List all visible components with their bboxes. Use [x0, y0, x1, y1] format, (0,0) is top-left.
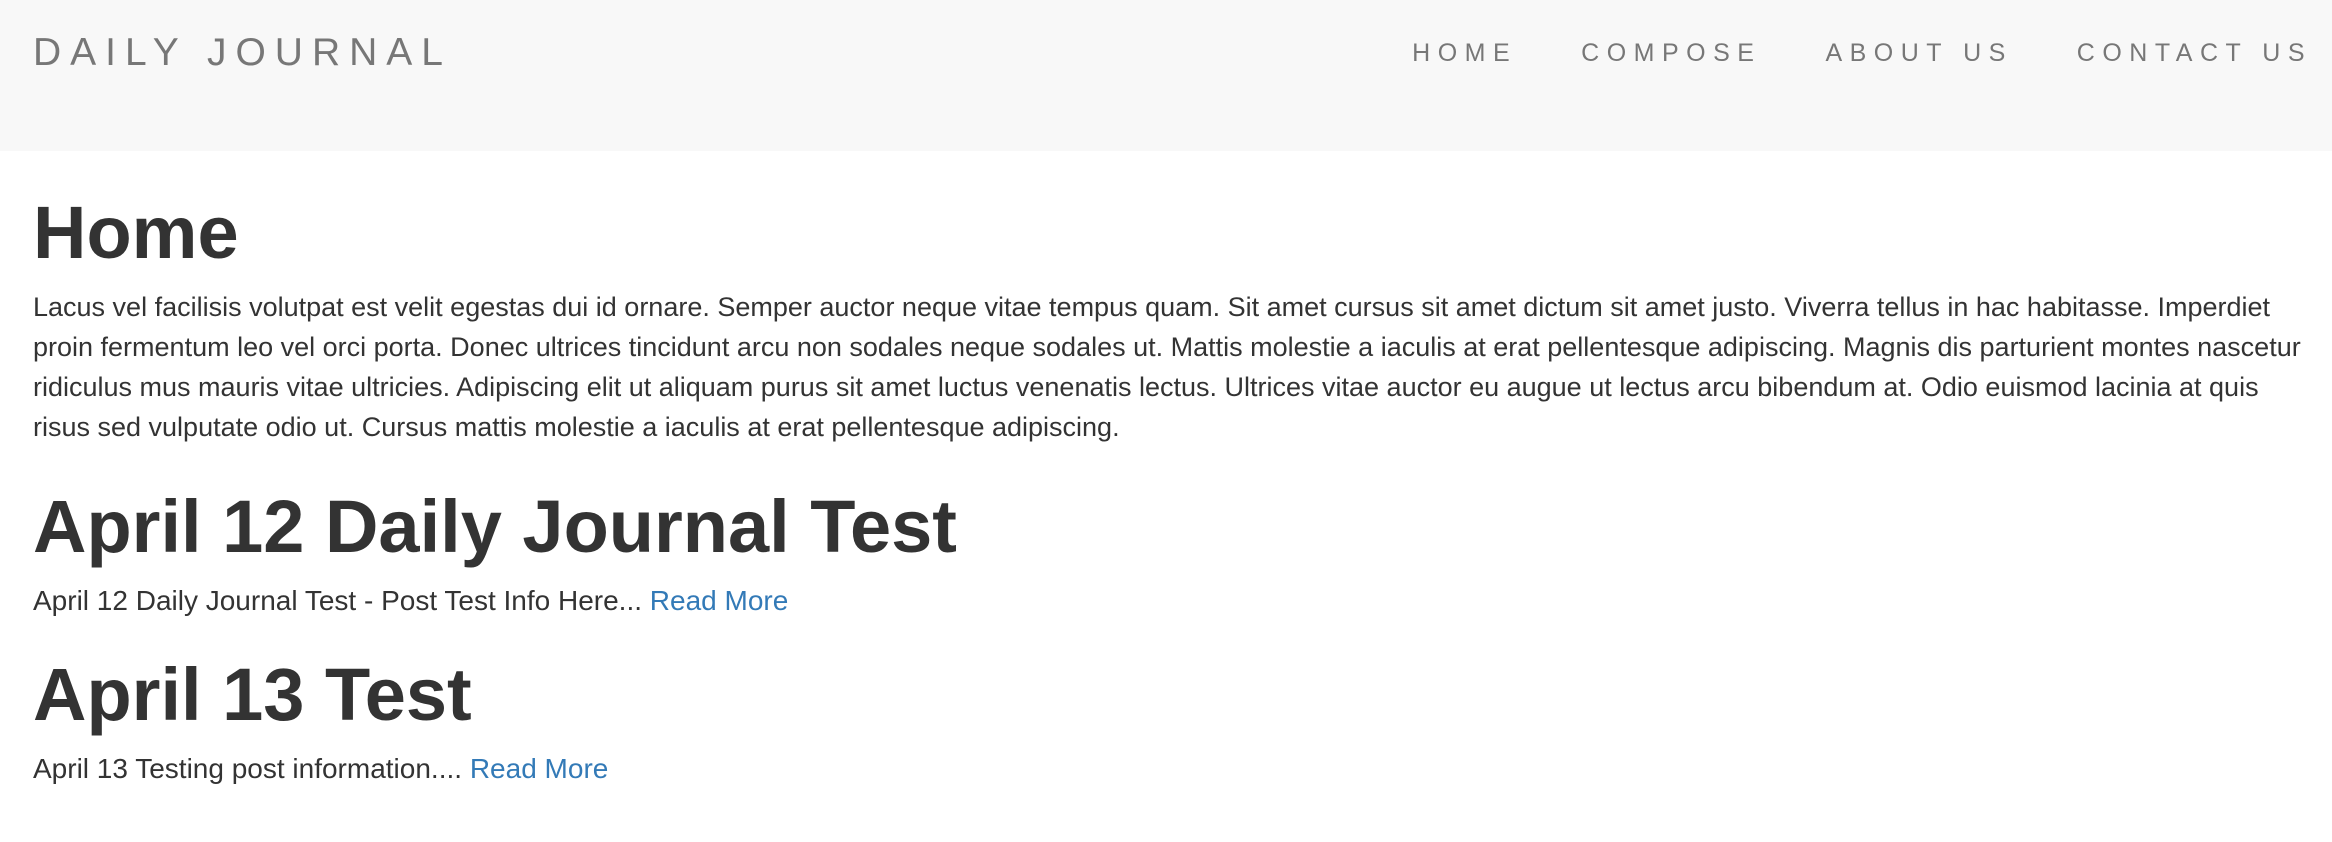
nav-link-about[interactable]: ABOUT US [1825, 39, 2012, 67]
nav-link-home[interactable]: HOME [1412, 39, 1517, 67]
read-more-link[interactable]: Read More [650, 585, 789, 616]
nav-item-contact: CONTACT US [2077, 38, 2312, 68]
nav-link-contact[interactable]: CONTACT US [2077, 39, 2312, 67]
nav-item-compose: COMPOSE [1581, 38, 1761, 68]
post-excerpt-text: April 13 Testing post information.... [33, 753, 463, 784]
read-more-link[interactable]: Read More [470, 753, 609, 784]
nav-link-compose[interactable]: COMPOSE [1581, 39, 1761, 67]
nav-item-about: ABOUT US [1825, 38, 2012, 68]
main-content: Home Lacus vel facilisis volutpat est ve… [33, 151, 2313, 789]
page-title: Home [33, 191, 239, 274]
nav-item-home: HOME [1412, 38, 1517, 68]
post-excerpt: April 13 Testing post information.... Re… [33, 749, 2313, 789]
post-excerpt-text: April 12 Daily Journal Test - Post Test … [33, 585, 643, 616]
nav-menu: HOME COMPOSE ABOUT US CONTACT US [1412, 38, 2312, 68]
navbar: DAILY JOURNAL HOME COMPOSE ABOUT US CONT… [0, 0, 2332, 151]
intro-paragraph: Lacus vel facilisis volutpat est velit e… [33, 292, 2301, 442]
post-excerpt: April 12 Daily Journal Test - Post Test … [33, 581, 2313, 621]
post-title: April 12 Daily Journal Test [33, 485, 957, 568]
brand-logo[interactable]: DAILY JOURNAL [33, 31, 452, 75]
post-title: April 13 Test [33, 653, 472, 736]
